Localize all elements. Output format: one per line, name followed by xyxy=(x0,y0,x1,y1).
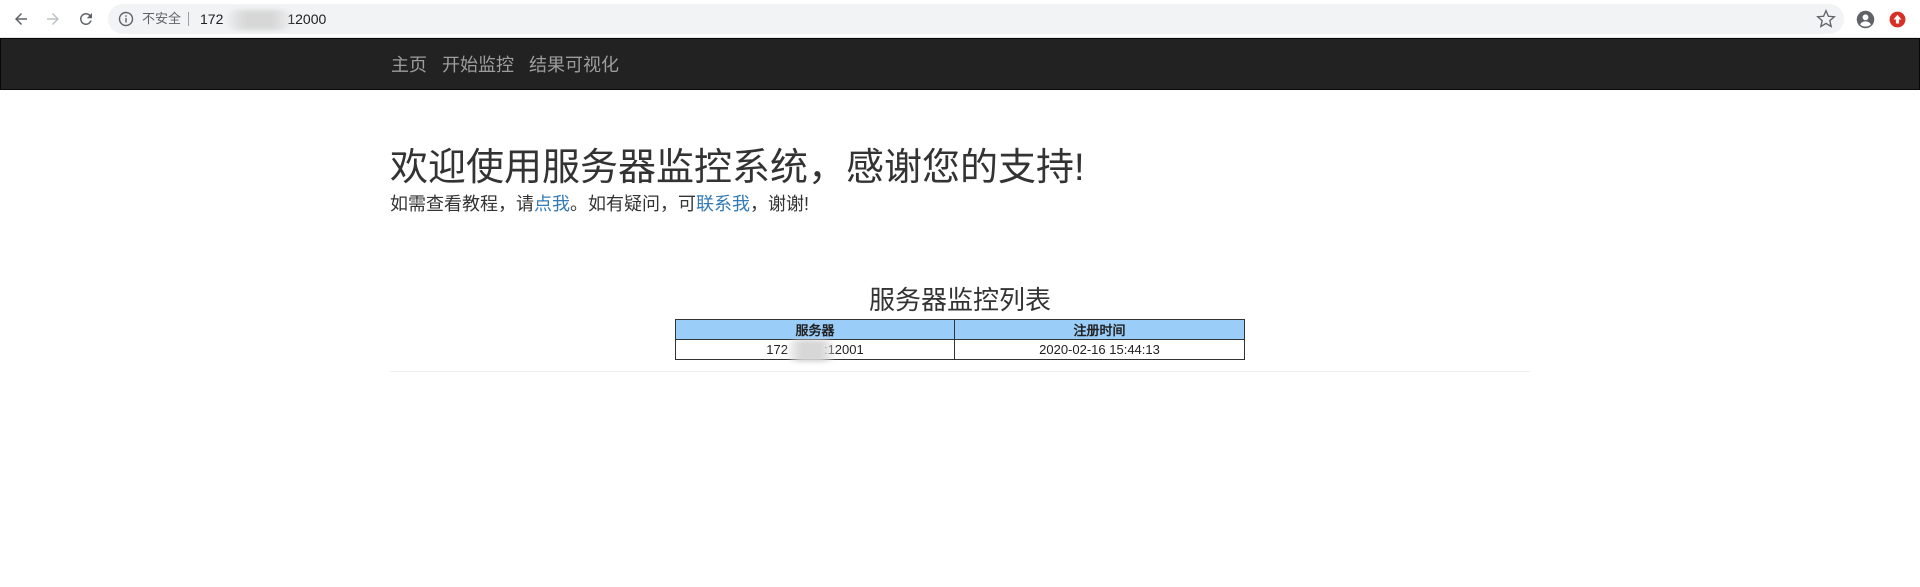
subline-text-2: 。如有疑问，可 xyxy=(570,194,696,214)
main-content: 欢迎使用服务器监控系统，感谢您的支持! 如需查看教程，请点我。如有疑问，可联系我… xyxy=(390,90,1530,372)
back-arrow-icon[interactable] xyxy=(9,7,33,31)
nav-links: 主页 开始监控 结果可视化 xyxy=(391,39,634,89)
server-table: 服务器 注册时间 172:12001 2020-02-16 15:44:13 xyxy=(675,319,1245,362)
forward-arrow-icon[interactable] xyxy=(41,7,65,31)
url-prefix: 172 xyxy=(200,11,224,27)
browser-toolbar: 不安全 172 12000 xyxy=(0,0,1920,38)
extension-icon[interactable] xyxy=(1886,8,1908,30)
tutorial-link[interactable]: 点我 xyxy=(534,194,570,214)
welcome-headline: 欢迎使用服务器监控系统，感谢您的支持! xyxy=(390,147,1085,189)
subline-text-1: 如需查看教程，请 xyxy=(390,194,534,214)
nav-item-home[interactable]: 主页 xyxy=(391,51,427,77)
register-time-cell: 2020-02-16 15:44:13 xyxy=(954,339,1245,360)
column-header-server: 服务器 xyxy=(675,319,955,340)
address-bar[interactable]: 不安全 172 12000 xyxy=(108,4,1844,34)
table-header-row: 服务器 注册时间 xyxy=(675,319,1245,340)
server-prefix: 172 xyxy=(766,342,788,357)
table-row: 172:12001 2020-02-16 15:44:13 xyxy=(675,339,1245,362)
nav-item-visualization[interactable]: 结果可视化 xyxy=(529,51,619,77)
url-redaction-blur xyxy=(226,10,292,30)
url-suffix: 12000 xyxy=(287,11,327,27)
column-header-register-time: 注册时间 xyxy=(954,319,1245,340)
server-redaction-blur xyxy=(786,340,836,362)
nav-item-start-monitoring[interactable]: 开始监控 xyxy=(442,51,514,77)
server-cell: 172:12001 xyxy=(675,339,955,362)
omnibox-divider xyxy=(188,12,189,26)
info-icon[interactable] xyxy=(118,11,134,27)
welcome-subline: 如需查看教程，请点我。如有疑问，可联系我，谢谢! xyxy=(390,192,1530,216)
section-divider xyxy=(390,371,1530,372)
star-icon[interactable] xyxy=(1816,9,1836,29)
subline-text-3: ，谢谢! xyxy=(750,194,810,214)
security-status[interactable]: 不安全 xyxy=(142,11,181,27)
reload-icon[interactable] xyxy=(74,7,98,31)
table-title: 服务器监控列表 xyxy=(868,285,1051,315)
contact-link[interactable]: 联系我 xyxy=(696,194,750,214)
account-icon[interactable] xyxy=(1854,8,1876,30)
site-navbar: 主页 开始监控 结果可视化 xyxy=(0,38,1920,90)
